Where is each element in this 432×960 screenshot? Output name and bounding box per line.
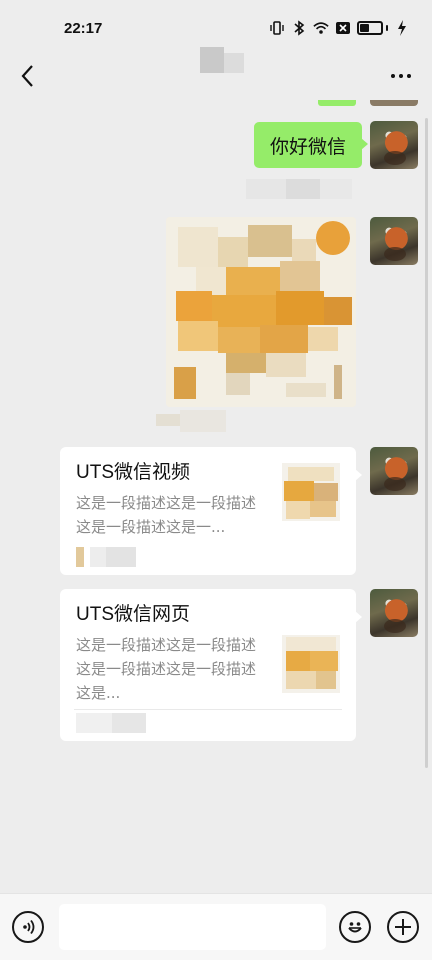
wifi-icon — [313, 20, 329, 36]
avatar[interactable] — [370, 217, 418, 265]
previous-avatar-edge — [370, 100, 418, 106]
bluetooth-icon — [291, 20, 307, 36]
message-text: 你好微信 — [269, 135, 346, 158]
sim-icon — [335, 20, 351, 36]
scrollbar[interactable] — [425, 118, 428, 768]
card-title: UTS微信网页 — [76, 604, 191, 625]
card-thumbnail — [282, 463, 340, 521]
text-message-bubble[interactable]: 你好微信 — [253, 122, 369, 168]
chat-title-redacted — [200, 47, 244, 83]
card-source-redacted — [76, 547, 196, 567]
image-caption-redacted — [156, 410, 226, 434]
vibrate-icon — [269, 20, 285, 36]
emoji-button[interactable] — [339, 911, 371, 943]
status-icons — [269, 20, 410, 36]
card-description: 这是一段描述这是一段描述这是一段描述这是一... — [76, 494, 257, 536]
back-button[interactable] — [12, 60, 44, 92]
chevron-left-icon — [21, 65, 33, 87]
link-card-webpage[interactable]: UTS微信网页 这是一段描述这是一段描述这是一段描述这是一段描述这是... — [60, 589, 362, 741]
plus-icon — [395, 919, 411, 935]
card-source-redacted — [76, 713, 196, 733]
emoji-icon — [348, 922, 362, 933]
message-meta-redacted — [246, 179, 352, 199]
voice-button[interactable] — [12, 911, 44, 943]
voice-icon — [23, 919, 35, 935]
charging-icon — [394, 20, 410, 36]
chat-header — [0, 47, 432, 98]
image-message[interactable] — [166, 217, 356, 407]
status-time: 22:17 — [64, 19, 103, 37]
more-dots-icon — [391, 74, 395, 78]
link-card-video[interactable]: UTS微信视频 这是一段描述这是一段描述这是一段描述这是一... — [60, 447, 362, 575]
card-thumbnail — [282, 635, 340, 693]
input-bar — [0, 893, 432, 960]
avatar[interactable] — [370, 447, 418, 495]
battery-icon — [357, 21, 388, 35]
avatar[interactable] — [370, 589, 418, 637]
previous-bubble-edge — [318, 100, 356, 106]
avatar[interactable] — [370, 121, 418, 169]
card-divider — [74, 709, 342, 710]
card-description: 这是一段描述这是一段描述这是一段描述这是一段描述这是... — [76, 636, 257, 702]
plus-button[interactable] — [387, 911, 419, 943]
message-input[interactable] — [59, 904, 326, 950]
more-button[interactable] — [384, 60, 418, 92]
